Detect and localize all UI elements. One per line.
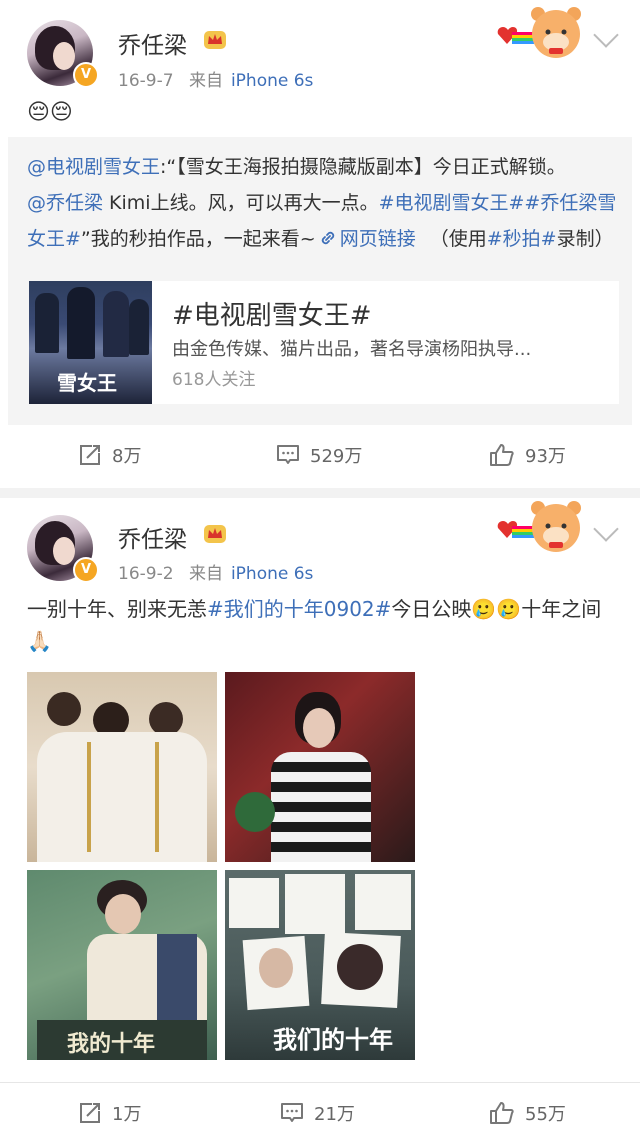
comment-count: 529万 (310, 446, 363, 467)
crown-icon (204, 31, 226, 49)
topic-card-followers: 618人关注 (172, 370, 256, 390)
like-count: 93万 (525, 446, 566, 467)
post-separator (0, 488, 640, 498)
post-photo-3[interactable]: 我的十年 (27, 870, 217, 1060)
repost-count: 8万 (112, 446, 142, 467)
source-prefix: 来自 (188, 71, 223, 91)
repost-button[interactable]: 8万 (78, 425, 141, 485)
post-body: 😔😔 (27, 100, 73, 125)
like-count: 55万 (525, 1104, 566, 1125)
bear-sticker-icon (497, 7, 581, 58)
crown-icon (204, 525, 226, 543)
hashtag-link[interactable]: #我们的十年0902# (207, 597, 391, 621)
repost-button[interactable]: 1万 (78, 1083, 141, 1143)
weibo-post-1: V 乔任梁 16-9-7 来自 iPhone 6s 😔😔 @电视剧雪女王:“【雪女… (0, 0, 640, 488)
repost-text-part: :“【雪女王海报拍摄隐藏版副本】今日正式解锁。 (160, 156, 566, 178)
like-icon (490, 444, 514, 466)
post-date: 16-9-2 (118, 564, 174, 584)
topic-card-description: 由金色传媒、猫片出品，著名导演杨阳执导... (172, 339, 532, 360)
mention-link[interactable]: @电视剧雪女王 (27, 156, 160, 178)
photo-4-title: 我们的十年 (273, 1025, 393, 1054)
post-meta: 16-9-7 来自 iPhone 6s (118, 66, 313, 91)
topic-card[interactable]: 雪女王 #电视剧雪女王# 由金色传媒、猫片出品，著名导演杨阳执导... 618人… (29, 281, 619, 404)
chevron-down-icon[interactable] (593, 516, 619, 542)
source-link[interactable]: iPhone 6s (231, 564, 313, 584)
comment-button[interactable]: 21万 (280, 1083, 355, 1143)
verified-badge: V (73, 62, 99, 88)
post-meta: 16-9-2 来自 iPhone 6s (118, 559, 313, 584)
username[interactable]: 乔任梁 (118, 26, 187, 60)
source-prefix: 来自 (188, 564, 223, 584)
hashtag-link[interactable]: #秒拍# (487, 228, 557, 250)
post-body: 一别十年、别来无恙#我们的十年0902#今日公映🥲🥲十年之间🙏🏻 (27, 593, 617, 657)
post-photo-4[interactable]: 我们的十年 (225, 870, 415, 1060)
repost-text: @电视剧雪女王:“【雪女王海报拍摄隐藏版副本】今日正式解锁。 @乔任梁 Kimi… (27, 149, 617, 257)
action-bar: 8万 529万 93万 (0, 425, 640, 485)
chevron-down-icon[interactable] (593, 22, 619, 48)
web-link[interactable]: 网页链接 (316, 228, 416, 250)
bear-sticker-icon (497, 501, 581, 552)
photo-3-title: 我的十年 (67, 1031, 156, 1057)
username[interactable]: 乔任梁 (118, 520, 187, 554)
repost-block[interactable]: @电视剧雪女王:“【雪女王海报拍摄隐藏版副本】今日正式解锁。 @乔任梁 Kimi… (8, 137, 632, 425)
post-photo-1[interactable] (27, 672, 217, 862)
comment-icon (281, 1103, 303, 1122)
topic-card-title: #电视剧雪女王# (172, 301, 372, 331)
weibo-post-2: V 乔任梁 16-9-2 来自 iPhone 6s 一别十年、别来无恙#我们的十年… (0, 498, 640, 1145)
poster-title: 雪女王 (57, 371, 117, 395)
post-text-part: 一别十年、别来无恙 (27, 597, 207, 621)
repost-text-part: （使用 (429, 228, 487, 250)
like-button[interactable]: 55万 (489, 1083, 566, 1143)
repost-count: 1万 (112, 1104, 142, 1125)
link-icon (321, 231, 334, 245)
comment-count: 21万 (314, 1104, 355, 1125)
repost-text-part: ”我的秒拍作品，一起来看~ (80, 228, 316, 250)
action-bar: 1万 21万 55万 (0, 1082, 640, 1143)
comment-icon (277, 445, 299, 464)
repost-text-part: 录制） (556, 228, 614, 250)
topic-card-poster: 雪女王 (29, 281, 152, 404)
comment-button[interactable]: 529万 (276, 425, 362, 485)
web-link-label: 网页链接 (339, 228, 416, 250)
like-button[interactable]: 93万 (489, 425, 566, 485)
repost-icon (80, 1103, 100, 1123)
post-date: 16-9-7 (118, 71, 174, 91)
verified-badge: V (73, 557, 99, 583)
source-link[interactable]: iPhone 6s (231, 71, 313, 91)
mention-link[interactable]: @乔任梁 (27, 192, 103, 214)
post-photo-2[interactable] (225, 672, 415, 862)
repost-icon (80, 445, 100, 465)
repost-text-part: Kimi上线。风，可以再大一点。 (103, 192, 379, 214)
like-icon (490, 1102, 514, 1124)
